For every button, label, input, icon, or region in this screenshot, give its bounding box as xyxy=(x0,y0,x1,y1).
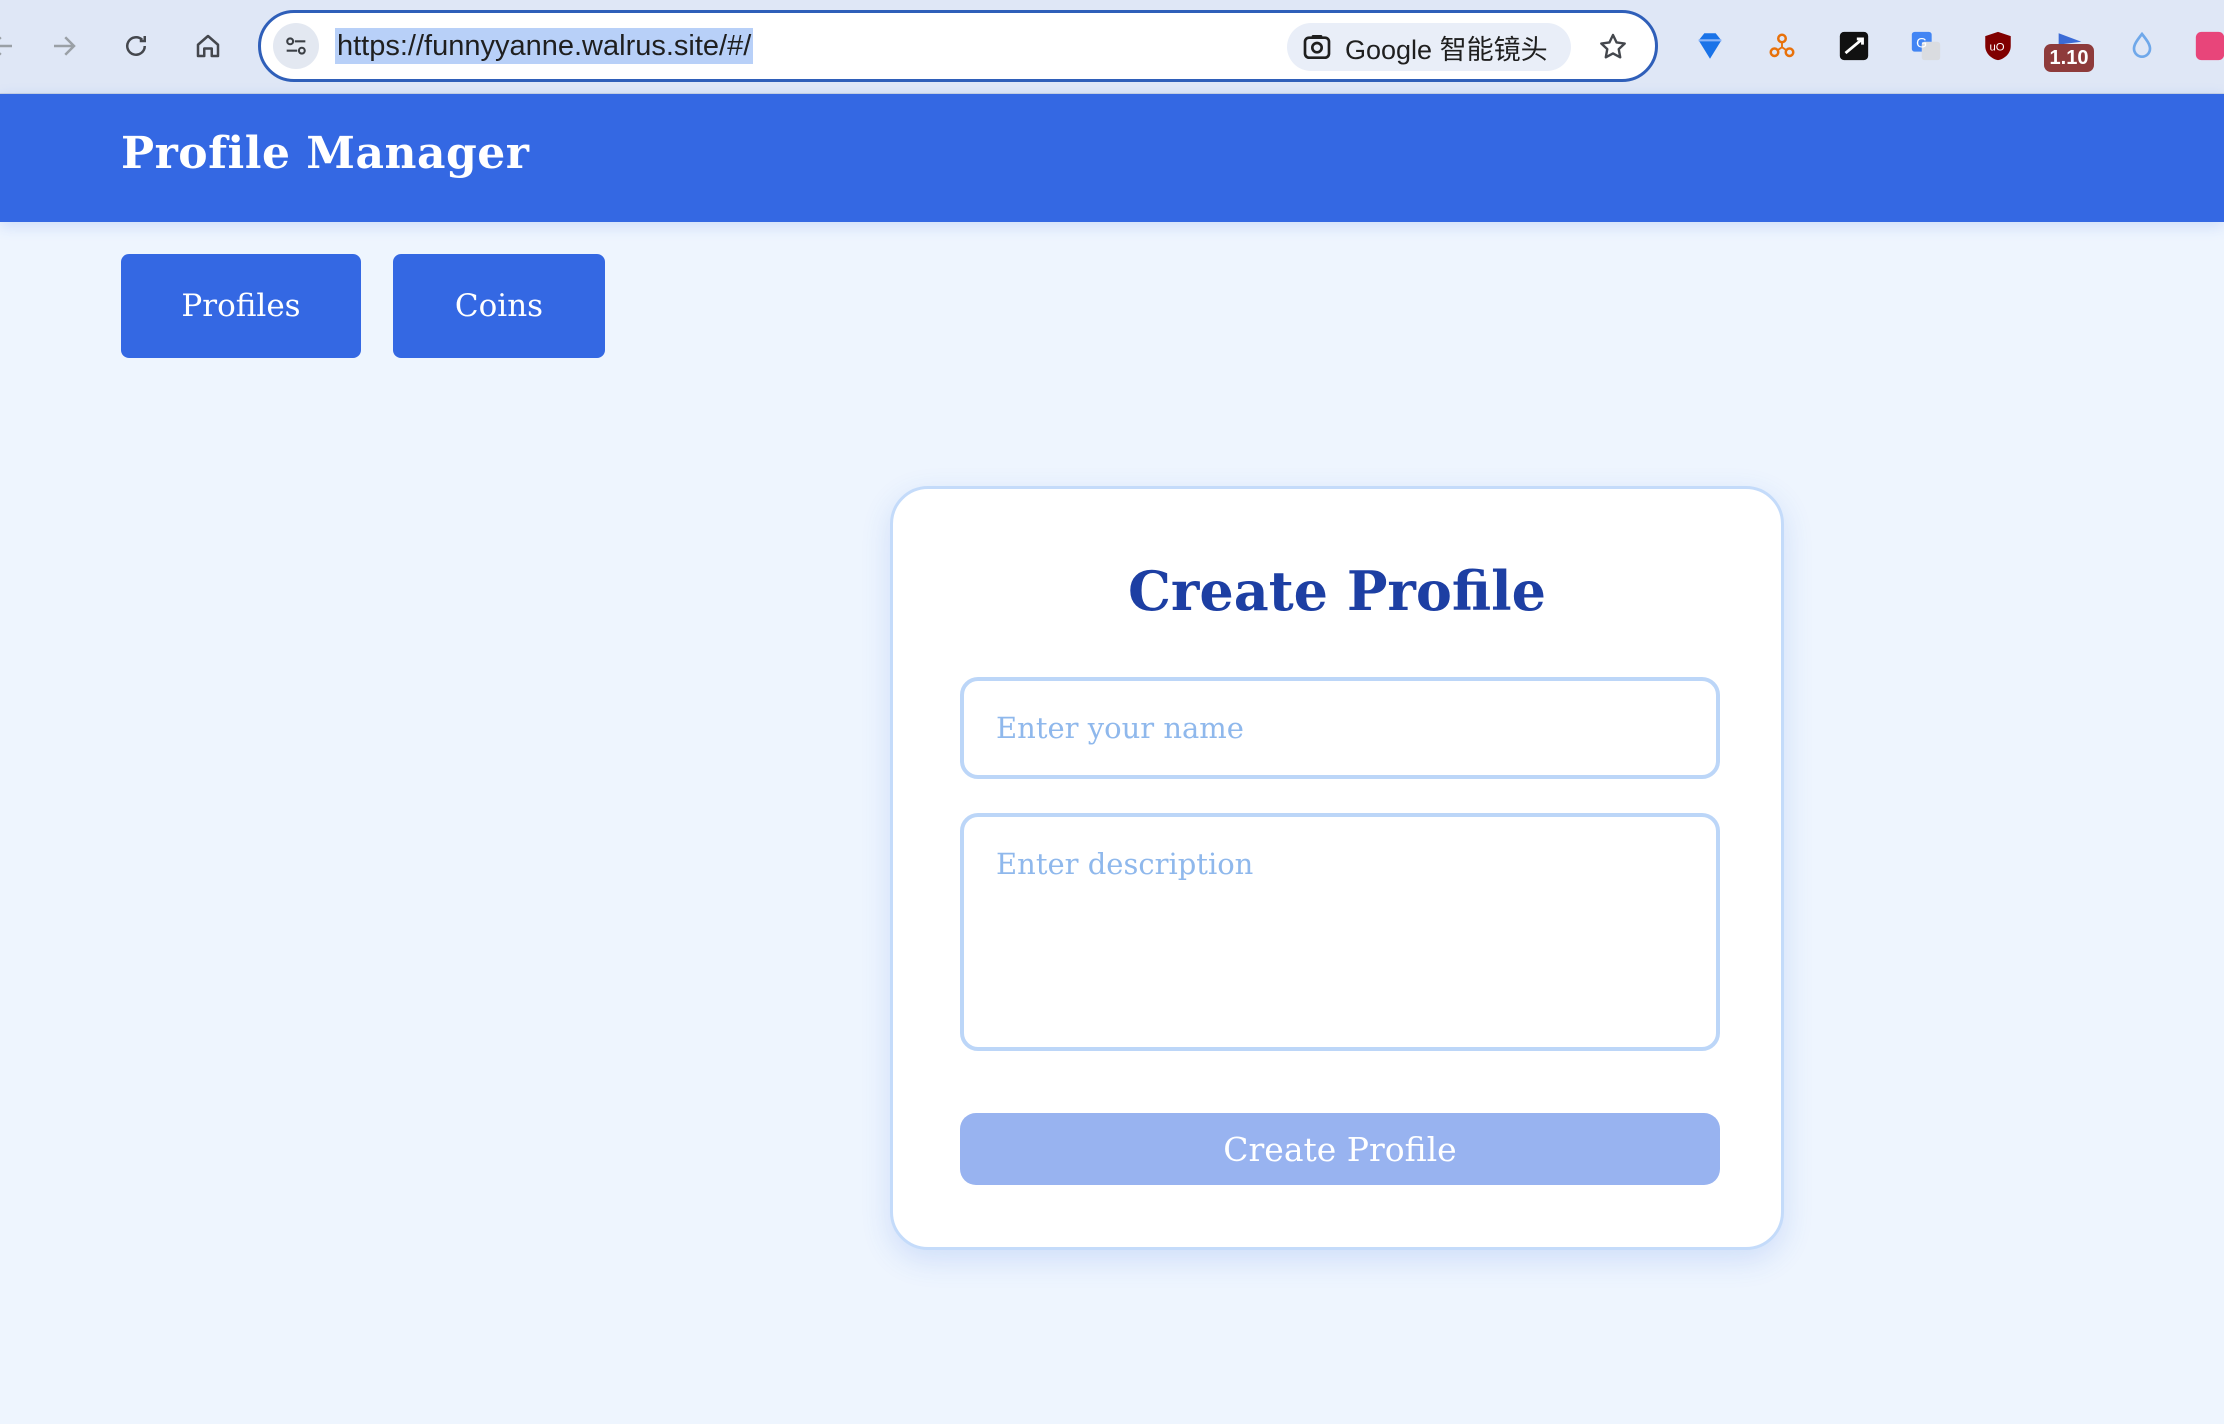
extension-ublock[interactable]: uO xyxy=(1978,26,2018,66)
url-text[interactable]: https://funnyyanne.walrus.site/#/ xyxy=(335,28,754,64)
name-input[interactable] xyxy=(960,677,1720,779)
svg-text:uO: uO xyxy=(1990,41,2005,53)
star-icon xyxy=(1600,33,1626,59)
create-profile-button[interactable]: Create Profile xyxy=(960,1113,1720,1185)
back-arrow-icon xyxy=(0,36,12,56)
forward-button[interactable] xyxy=(40,22,88,70)
reload-button[interactable] xyxy=(112,22,160,70)
svg-text:G: G xyxy=(1916,35,1927,51)
browser-toolbar: https://funnyyanne.walrus.site/#/ Google… xyxy=(0,0,2224,94)
reload-icon xyxy=(126,36,146,56)
translate-icon: G xyxy=(1911,31,1941,61)
extension-chinese-translate[interactable] xyxy=(2190,26,2224,66)
extension-translate[interactable]: G xyxy=(1906,26,1946,66)
diamond-icon xyxy=(1698,33,1722,59)
lens-icon xyxy=(1303,35,1331,59)
extension-network[interactable] xyxy=(1762,26,1802,66)
description-input[interactable] xyxy=(960,813,1720,1051)
coins-button[interactable]: Coins xyxy=(393,254,605,358)
droplet-icon xyxy=(2132,31,2152,58)
bookmark-button[interactable] xyxy=(1591,25,1635,69)
create-profile-title: Create Profile xyxy=(1127,559,1547,623)
extension-dictionary[interactable] xyxy=(1834,26,1874,66)
dictionary-icon xyxy=(1839,31,1869,61)
create-profile-card: Create Profile Create Profile xyxy=(890,486,1784,1250)
network-icon xyxy=(1769,33,1795,58)
extension-droplet[interactable] xyxy=(2122,26,2162,66)
ublock-icon: uO xyxy=(1985,31,2011,61)
home-icon xyxy=(196,34,220,58)
chinese-translate-icon xyxy=(2195,31,2224,61)
app-title: Profile Manager xyxy=(121,128,530,179)
google-lens-button[interactable]: Google 智能镜头 xyxy=(1287,23,1571,71)
extension-badge: 1.10 xyxy=(2044,44,2094,72)
tune-icon xyxy=(286,37,306,55)
home-button[interactable] xyxy=(184,22,232,70)
profiles-button[interactable]: Profiles xyxy=(121,254,361,358)
address-bar[interactable]: https://funnyyanne.walrus.site/#/ Google… xyxy=(258,10,1658,82)
lens-label: Google 智能镜头 xyxy=(1345,34,1548,65)
site-info-button[interactable] xyxy=(273,23,319,69)
extension-diamond[interactable] xyxy=(1690,26,1730,66)
back-button[interactable] xyxy=(0,22,26,70)
forward-arrow-icon xyxy=(54,36,76,56)
app-header: Profile Manager xyxy=(0,94,2224,222)
